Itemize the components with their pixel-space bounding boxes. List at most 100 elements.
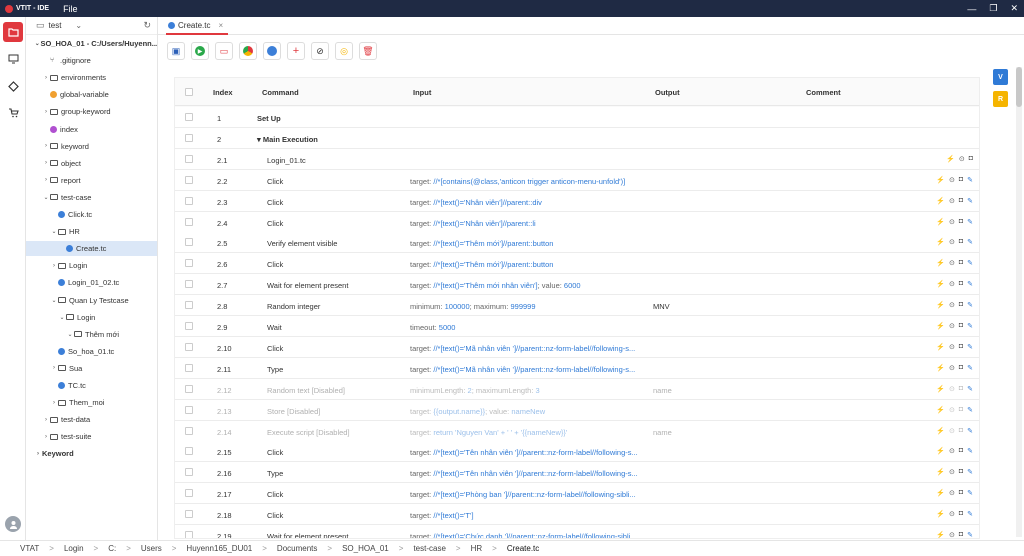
table-row[interactable]: 2.12 Random text [Disabled] minimumLength:… <box>175 378 979 400</box>
camera-icon[interactable]: ◘ <box>959 197 963 205</box>
browser-button[interactable] <box>263 42 281 60</box>
tree-item[interactable]: Click.tc <box>26 207 157 222</box>
breakpoint-icon[interactable]: ⊙ <box>949 468 955 476</box>
table-row[interactable]: 2.18 Click target: //*[text()='T'] ⚡ ⊙ ◘ ✎ <box>175 504 979 526</box>
camera-icon[interactable]: ◘ <box>969 155 973 163</box>
table-row[interactable]: 2.15 Click target: //*[text()='Tên nhân vi… <box>175 441 979 463</box>
breakpoint-icon[interactable]: ⊙ <box>949 259 955 267</box>
row-checkbox[interactable] <box>185 196 193 205</box>
vertical-scrollbar[interactable] <box>1016 67 1022 537</box>
row-checkbox[interactable] <box>185 301 193 310</box>
row-checkbox[interactable] <box>185 405 193 414</box>
row-checkbox[interactable] <box>185 489 193 498</box>
camera-icon[interactable]: ◘ <box>959 364 963 372</box>
edit-icon[interactable]: ✎ <box>967 259 973 267</box>
edit-icon[interactable]: ✎ <box>967 322 973 330</box>
tree-item[interactable]: › group-keyword <box>26 104 157 119</box>
breakpoint-icon[interactable]: ⊙ <box>949 301 955 309</box>
table-row[interactable]: 2.10 Click target: //*[text()='Mã nhân viê… <box>175 336 979 358</box>
table-row[interactable]: 2.4 Click target: //*[text()='Nhân viên']/… <box>175 211 979 233</box>
table-row[interactable]: 1 Set Up <box>175 107 979 128</box>
row-checkbox[interactable] <box>185 259 193 268</box>
edit-icon[interactable]: ✎ <box>967 447 973 455</box>
select-all-checkbox[interactable] <box>185 88 193 96</box>
tree-item[interactable]: index <box>26 122 157 137</box>
lightning-icon[interactable]: ⚡ <box>936 238 945 246</box>
breakpoint-icon[interactable]: ⊙ <box>949 406 955 414</box>
edit-icon[interactable]: ✎ <box>967 531 973 538</box>
row-checkbox[interactable] <box>185 322 193 330</box>
close-icon[interactable]: ✕ <box>1010 3 1018 14</box>
tree-item[interactable]: › environments <box>26 70 157 85</box>
table-row[interactable]: 2.13 Store [Disabled] target: {{output.nam… <box>175 399 979 421</box>
row-checkbox[interactable] <box>185 342 193 351</box>
tree-item[interactable]: › object <box>26 156 157 171</box>
table-row[interactable]: 2.19 Wait for element present target: //*[… <box>175 525 979 538</box>
breadcrumb-item[interactable]: Login > <box>64 544 108 553</box>
row-checkbox[interactable] <box>185 384 193 393</box>
tree-item[interactable]: Create.tc <box>26 241 157 257</box>
row-checkbox[interactable] <box>185 238 193 247</box>
lightning-icon[interactable]: ⚡ <box>936 322 945 330</box>
breakpoint-icon[interactable]: ⊙ <box>949 176 955 184</box>
camera-icon[interactable]: ◘ <box>959 447 963 455</box>
restore-icon[interactable]: ❐ <box>989 3 997 14</box>
lightning-icon[interactable]: ⚡ <box>936 218 945 226</box>
add-step-button[interactable]: + <box>287 42 305 60</box>
lightning-icon[interactable]: ⚡ <box>936 385 945 393</box>
camera-icon[interactable]: ◘ <box>959 385 963 393</box>
tree-item[interactable]: So_hoa_01.tc <box>26 344 157 359</box>
table-row[interactable]: 2.11 Type target: //*[text()='Mã nhân viên… <box>175 357 979 379</box>
table-row[interactable]: 2.14 Execute script [Disabled] target: ret… <box>175 420 979 442</box>
lightning-icon[interactable]: ⚡ <box>936 427 945 435</box>
edit-icon[interactable]: ✎ <box>967 343 973 351</box>
file-menu[interactable]: File <box>63 4 78 14</box>
lightning-icon[interactable]: ⚡ <box>936 259 945 267</box>
breakpoint-button[interactable]: ◎ <box>335 42 353 60</box>
breakpoint-icon[interactable]: ⊙ <box>949 280 955 288</box>
tree-item[interactable]: Login_01_02.tc <box>26 275 157 290</box>
lightning-icon[interactable]: ⚡ <box>936 364 945 372</box>
camera-icon[interactable]: ◘ <box>959 427 963 435</box>
breadcrumb-item[interactable]: test-case > <box>413 544 470 553</box>
edit-icon[interactable]: ✎ <box>967 406 973 414</box>
minimize-icon[interactable]: — <box>967 4 976 14</box>
row-checkbox[interactable] <box>185 426 193 435</box>
lightning-icon[interactable]: ⚡ <box>936 489 945 497</box>
breakpoint-icon[interactable]: ⊙ <box>949 343 955 351</box>
breakpoint-icon[interactable]: ⊙ <box>959 155 965 163</box>
record-button[interactable]: ▭ <box>215 42 233 60</box>
lightning-icon[interactable]: ⚡ <box>936 406 945 414</box>
breakpoint-icon[interactable]: ⊙ <box>949 238 955 246</box>
disable-button[interactable]: ⊘ <box>311 42 329 60</box>
tree-item[interactable]: ⌄ Thêm mới <box>26 327 157 342</box>
edit-icon[interactable]: ✎ <box>967 238 973 246</box>
store-button[interactable] <box>3 103 23 123</box>
edit-icon[interactable]: ✎ <box>967 197 973 205</box>
lightning-icon[interactable]: ⚡ <box>936 197 945 205</box>
row-checkbox[interactable] <box>185 113 193 121</box>
tree-item[interactable]: global-variable <box>26 87 157 102</box>
tree-item[interactable]: › Sua <box>26 361 157 376</box>
scrollbar-thumb[interactable] <box>1016 67 1022 107</box>
breadcrumb-item[interactable]: Users > <box>141 544 187 553</box>
breakpoint-icon[interactable]: ⊙ <box>949 447 955 455</box>
table-row[interactable]: 2.3 Click target: //*[text()='Nhân viên']/… <box>175 190 979 212</box>
lightning-icon[interactable]: ⚡ <box>936 510 945 518</box>
row-checkbox[interactable] <box>185 175 193 184</box>
camera-icon[interactable]: ◘ <box>959 238 963 246</box>
tree-item[interactable]: › Login <box>26 258 157 273</box>
table-row[interactable]: 2.8 Random integer minimum: 100000; maximu… <box>175 295 979 317</box>
lightning-icon[interactable]: ⚡ <box>936 447 945 455</box>
breakpoint-icon[interactable]: ⊙ <box>949 218 955 226</box>
breadcrumb-item[interactable]: C: > <box>108 544 141 553</box>
row-checkbox[interactable] <box>185 363 193 372</box>
report-badge[interactable]: R <box>993 91 1008 107</box>
breakpoint-icon[interactable]: ⊙ <box>949 510 955 518</box>
breakpoint-icon[interactable]: ⊙ <box>949 197 955 205</box>
tree-item[interactable]: › Them_moi <box>26 395 157 410</box>
breakpoint-icon[interactable]: ⊙ <box>949 427 955 435</box>
variables-badge[interactable]: V <box>993 69 1008 85</box>
tree-item[interactable]: ⌄ HR <box>26 224 157 239</box>
table-row[interactable]: 2 ▾ Main Execution <box>175 127 979 149</box>
